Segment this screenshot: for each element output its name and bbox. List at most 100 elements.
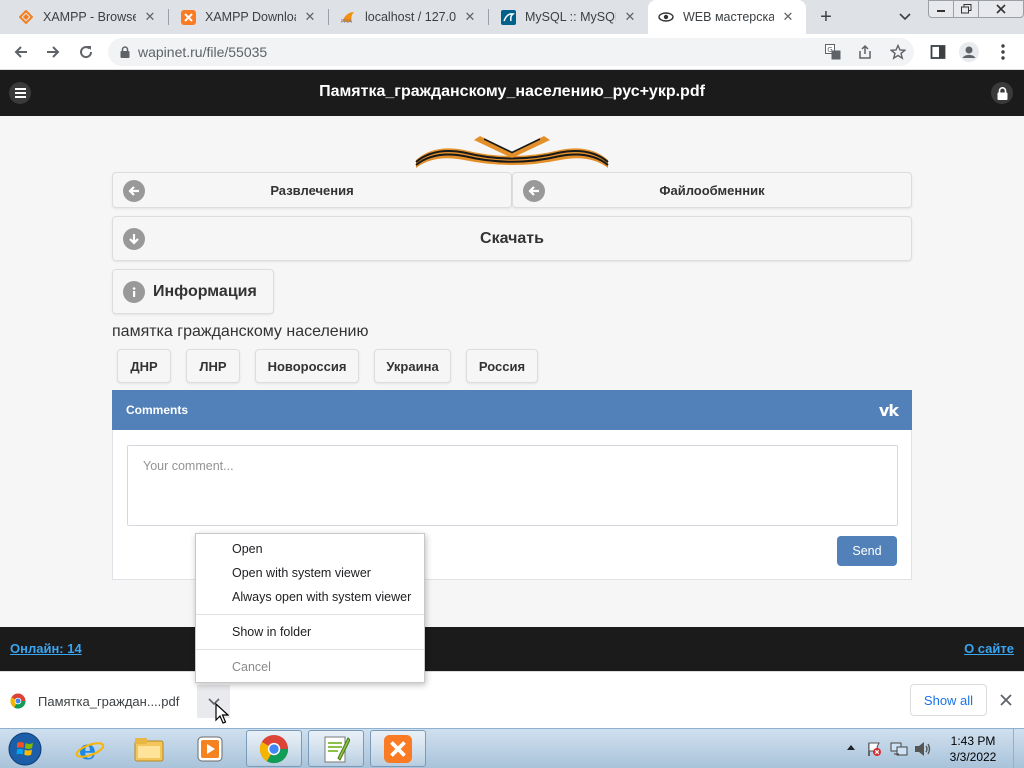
- translate-icon[interactable]: G: [825, 44, 841, 60]
- arrow-left-icon: [523, 180, 545, 202]
- chrome-file-icon: [10, 693, 26, 709]
- windows-start-button[interactable]: [4, 730, 46, 768]
- download-shelf: Памятка_граждан....pdf Show all: [0, 671, 1024, 728]
- show-all-button[interactable]: Show all: [910, 684, 987, 716]
- internet-explorer-icon[interactable]: e: [62, 730, 118, 767]
- mouse-cursor-icon: [215, 703, 229, 724]
- close-icon[interactable]: ✕: [780, 9, 796, 25]
- online-users-link[interactable]: Онлайн: 14: [10, 641, 82, 656]
- tag-button[interactable]: Украина: [374, 349, 451, 383]
- media-player-icon[interactable]: [182, 730, 238, 767]
- nav-label: Файлообменник: [659, 182, 765, 198]
- comments-header: Comments vk: [112, 390, 912, 430]
- file-explorer-icon[interactable]: [121, 730, 177, 767]
- site-header: Памятка_гражданскому_населению_рус+укр.p…: [0, 70, 1024, 116]
- phpmyadmin-icon: PMA: [340, 9, 356, 25]
- close-icon[interactable]: ✕: [462, 9, 478, 25]
- clock-time: 1:43 PM: [950, 734, 996, 748]
- download-file-name: Памятка_граждан....pdf: [38, 693, 180, 709]
- tab-title: MySQL :: MySQL: [525, 10, 616, 24]
- web-workshop-icon: [658, 9, 674, 25]
- file-description: памятка гражданскому населению: [112, 323, 369, 340]
- nav-label: Развлечения: [270, 182, 354, 198]
- url-text: wapinet.ru/file/55035: [138, 44, 268, 60]
- show-hidden-icons-icon[interactable]: [846, 743, 856, 751]
- download-button[interactable]: Скачать: [112, 216, 912, 261]
- restore-button[interactable]: [953, 0, 979, 18]
- back-icon[interactable]: [9, 40, 33, 64]
- browser-toolbar: wapinet.ru/file/55035 G: [0, 34, 1024, 70]
- svg-text:PMA: PMA: [341, 19, 352, 24]
- clock-date: 3/3/2022: [949, 750, 997, 764]
- reload-icon[interactable]: [74, 40, 98, 64]
- close-icon[interactable]: ✕: [622, 9, 638, 25]
- share-icon[interactable]: [857, 44, 873, 60]
- notepad-plus-plus-icon[interactable]: [308, 730, 364, 767]
- menu-item-show-in-folder[interactable]: Show in folder: [232, 625, 311, 639]
- menu-item-always-open-with-system-viewer[interactable]: Always open with system viewer: [232, 590, 411, 604]
- svg-text:G: G: [827, 46, 832, 54]
- information-label: Информация: [153, 282, 257, 300]
- send-button[interactable]: Send: [837, 536, 897, 566]
- network-icon[interactable]: [890, 741, 908, 757]
- arrow-down-icon: [123, 228, 145, 250]
- tab-web-workshop[interactable]: WEB мастерская ✕: [648, 0, 806, 34]
- page-title: Памятка_гражданскому_населению_рус+укр.p…: [319, 83, 705, 100]
- tab-phpmyadmin[interactable]: PMA localhost / 127.0. ✕: [330, 0, 488, 34]
- minimize-button[interactable]: [928, 0, 954, 18]
- site-footer: Онлайн: 14 О сайте: [0, 627, 1024, 671]
- tab-title: localhost / 127.0.: [365, 10, 456, 24]
- xampp-icon: [180, 9, 196, 25]
- menu-item-cancel[interactable]: Cancel: [232, 660, 271, 674]
- action-center-flag-icon[interactable]: [866, 741, 882, 757]
- nav-back-fileshare-button[interactable]: Файлообменник: [512, 172, 912, 208]
- vk-logo-icon[interactable]: vk: [879, 401, 899, 420]
- menu-item-open[interactable]: Open: [232, 542, 263, 556]
- comment-input[interactable]: [127, 445, 898, 526]
- page-content: Развлечения Файлообменник Скачать Информ…: [0, 116, 1024, 627]
- about-link[interactable]: О сайте: [964, 641, 1014, 656]
- close-icon[interactable]: ✕: [142, 9, 158, 25]
- tab-search-icon[interactable]: [895, 7, 915, 27]
- download-context-menu: Open Open with system viewer Always open…: [195, 533, 425, 683]
- tag-button[interactable]: Россия: [466, 349, 538, 383]
- close-window-button[interactable]: [978, 0, 1024, 18]
- profile-avatar-icon[interactable]: [957, 40, 981, 64]
- show-desktop-button[interactable]: [1013, 729, 1024, 768]
- tab-mysql[interactable]: MySQL :: MySQL ✕: [490, 0, 648, 34]
- forward-icon[interactable]: [41, 40, 65, 64]
- arrow-left-icon: [123, 180, 145, 202]
- tag-button[interactable]: Новороссия: [255, 349, 359, 383]
- information-button[interactable]: Информация: [112, 269, 274, 314]
- menu-item-open-with-system-viewer[interactable]: Open with system viewer: [232, 566, 371, 580]
- tab-title: XAMPP - Browse: [43, 10, 136, 24]
- volume-icon[interactable]: [914, 741, 932, 757]
- comments-title: Comments: [126, 403, 189, 417]
- close-icon[interactable]: [996, 690, 1016, 710]
- system-clock[interactable]: 1:43 PM 3/3/2022: [936, 733, 1010, 765]
- address-bar[interactable]: wapinet.ru/file/55035 G: [108, 38, 914, 66]
- chrome-icon[interactable]: [246, 730, 302, 767]
- star-icon[interactable]: [890, 44, 906, 60]
- tab-strip: XAMPP - Browse ✕ XAMPP Download ✕ PMA lo…: [0, 0, 1024, 34]
- nav-back-entertainment-button[interactable]: Развлечения: [112, 172, 512, 208]
- st-george-ribbon-icon: [415, 136, 609, 168]
- tab-title: XAMPP Download: [205, 10, 296, 24]
- tab-title: WEB мастерская: [683, 10, 774, 24]
- tag-button[interactable]: ЛНР: [186, 349, 240, 383]
- tag-button[interactable]: ДНР: [117, 349, 171, 383]
- tab-xampp-download[interactable]: XAMPP Download ✕: [170, 0, 328, 34]
- chrome-menu-icon[interactable]: [991, 40, 1015, 64]
- close-icon[interactable]: ✕: [302, 9, 318, 25]
- windows-taskbar: e 1:43 PM 3/3/2022: [0, 728, 1024, 768]
- new-tab-button[interactable]: +: [814, 5, 838, 29]
- xampp-orange-diamond-icon: [18, 9, 34, 25]
- download-label: Скачать: [480, 229, 544, 247]
- xampp-icon[interactable]: [370, 730, 426, 767]
- lock-icon: [120, 46, 130, 58]
- info-icon: [123, 281, 145, 303]
- tab-xampp-browse[interactable]: XAMPP - Browse ✕: [8, 0, 168, 34]
- mysql-icon: [500, 9, 516, 25]
- side-panel-icon[interactable]: [926, 40, 950, 64]
- login-lock-icon[interactable]: [991, 82, 1013, 104]
